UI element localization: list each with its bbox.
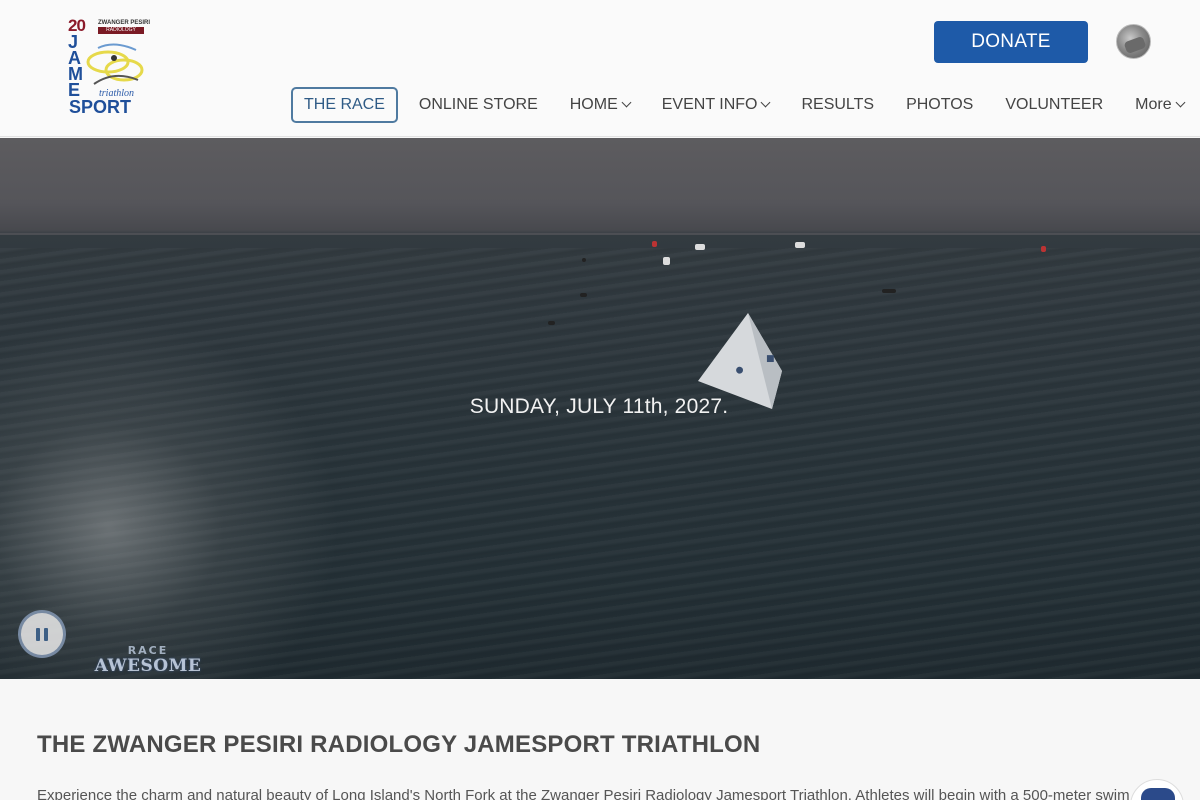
hero-video: ● ■ SUNDAY, JULY 11th, 2027. RACE AWESOM… [0,138,1200,679]
nav-item-the-race[interactable]: THE RACE [291,87,398,123]
nav-item-home[interactable]: HOME [569,87,632,123]
svg-text:●: ● [735,365,744,376]
hero-event-date: SUNDAY, JULY 11th, 2027. [469,395,729,418]
floating-badge[interactable] [1130,779,1184,800]
buoy [663,257,670,265]
intro-paragraph: Experience the charm and natural beauty … [37,787,1130,800]
intro-section: THE ZWANGER PESIRI RADIOLOGY JAMESPORT T… [0,679,1200,800]
chevron-down-icon [1175,97,1186,108]
nav-item-label: VOLUNTEER [1005,96,1104,113]
nav-item-label: EVENT INFO [661,96,758,113]
marker-buoy [652,241,657,247]
pause-icon [44,627,48,641]
swimmer [548,321,555,325]
chevron-down-icon [621,97,632,108]
nav-item-label: RESULTS [801,96,875,113]
horizon-line [0,233,1200,235]
video-pause-button[interactable] [18,610,66,658]
logo-brand-line2: RADIOLOGY [98,27,144,34]
nav-item-results[interactable]: RESULTS [801,87,874,123]
pause-icon [36,627,40,641]
site-logo[interactable]: 20 ZWANGER PESIRI RADIOLOGY JAME triathl… [66,16,152,118]
nav-item-more[interactable]: More [1135,87,1186,123]
swimmer [582,258,586,262]
boat [695,244,705,250]
logo-brand-line1: ZWANGER PESIRI [98,20,151,26]
page-title: THE ZWANGER PESIRI RADIOLOGY JAMESPORT T… [37,731,761,758]
watermark-main: AWESOME [94,656,202,676]
donate-button[interactable]: DONATE [934,21,1088,63]
boat [795,242,805,248]
chevron-down-icon [761,97,771,108]
logo-word-sport: SPORT [69,97,132,117]
nav-item-label: PHOTOS [906,96,974,113]
nav-item-volunteer[interactable]: VOLUNTEER [1005,87,1103,123]
swimmer [882,289,896,293]
nav-item-event-info[interactable]: EVENT INFO [661,87,771,123]
svg-text:■: ■ [766,354,775,364]
race-awesome-watermark: RACE AWESOME [92,644,204,679]
swimmer [580,293,587,297]
nav-item-label: THE RACE [304,96,385,113]
nav-item-photos[interactable]: PHOTOS [906,87,973,123]
logo-word-jame: JAME [68,32,83,100]
site-header: 20 ZWANGER PESIRI RADIOLOGY JAME triathl… [0,0,1200,137]
nav-item-label: HOME [569,96,618,113]
user-avatar[interactable] [1116,24,1151,59]
nav-item-label: More [1135,96,1172,113]
nav-item-label: ONLINE STORE [418,96,538,113]
main-nav: THE RACE ONLINE STORE HOME EVENT INFO RE… [291,87,1186,123]
nav-item-online-store[interactable]: ONLINE STORE [419,87,538,123]
marker-buoy [1041,246,1046,252]
